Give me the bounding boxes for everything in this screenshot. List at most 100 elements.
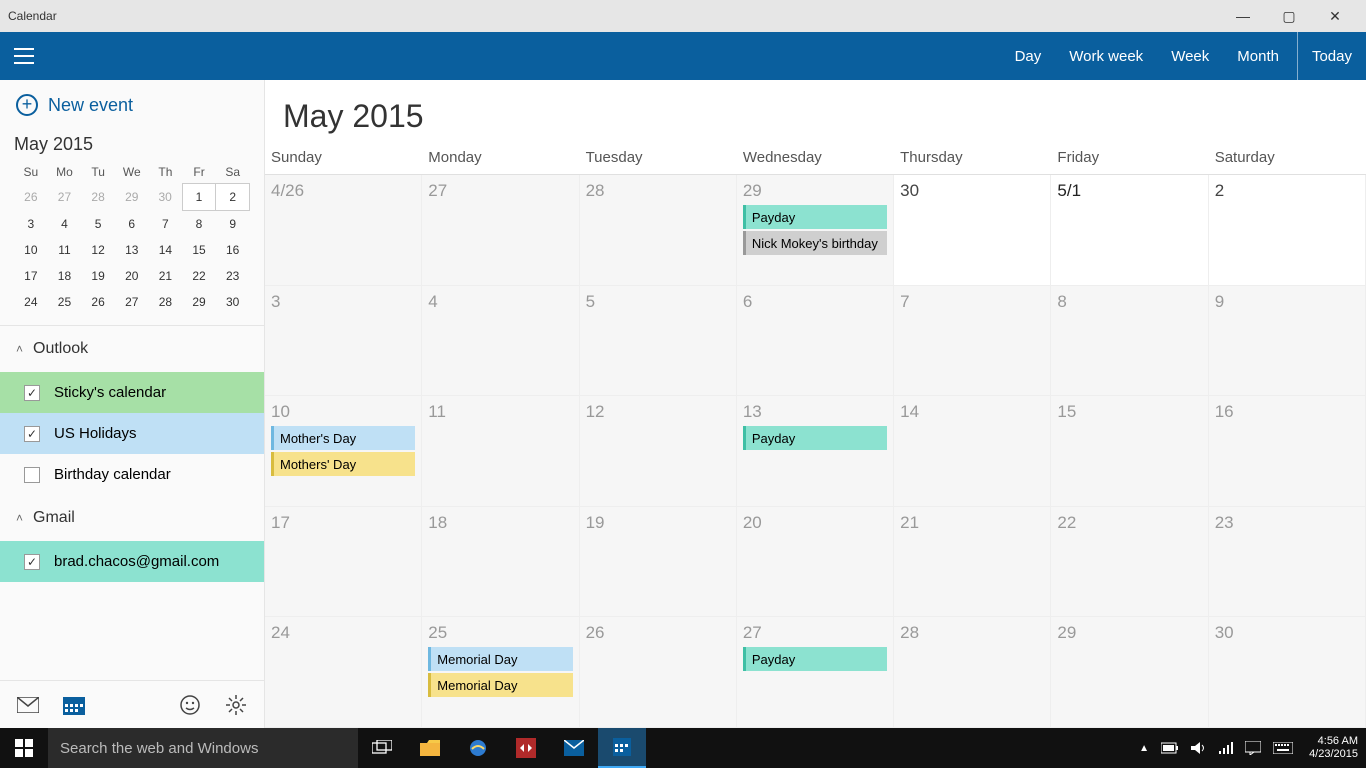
minical-day[interactable]: 26	[14, 184, 48, 211]
tray-chevron-icon[interactable]: ▲	[1139, 743, 1149, 754]
checkbox[interactable]	[24, 467, 40, 483]
system-tray[interactable]: ▲	[1131, 728, 1301, 768]
view-day[interactable]: Day	[1001, 32, 1056, 80]
minical-day[interactable]: 30	[149, 184, 183, 211]
minical-day[interactable]: 29	[182, 289, 216, 315]
day-cell[interactable]: 17	[265, 507, 422, 618]
day-cell[interactable]: 8	[1051, 286, 1208, 397]
minical-day[interactable]: 24	[14, 289, 48, 315]
minical-day[interactable]: 28	[81, 184, 115, 211]
source-outlook-header[interactable]: ˄ Outlook	[0, 326, 264, 372]
day-cell[interactable]: 23	[1209, 507, 1366, 618]
minical-day[interactable]: 22	[182, 263, 216, 289]
action-center-icon[interactable]	[1245, 741, 1261, 755]
day-cell[interactable]: 29	[1051, 617, 1208, 728]
minical-day[interactable]: 8	[182, 211, 216, 238]
app-button-1[interactable]	[502, 728, 550, 768]
source-gmail-header[interactable]: ˄ Gmail	[0, 495, 264, 541]
close-button[interactable]: ✕	[1312, 0, 1358, 32]
event-chip[interactable]: Mothers' Day	[271, 452, 415, 476]
minical-day[interactable]: 27	[115, 289, 149, 315]
day-cell[interactable]: 19	[580, 507, 737, 618]
event-chip[interactable]: Mother's Day	[271, 426, 415, 450]
mail-app-button[interactable]	[550, 728, 598, 768]
minical-day[interactable]: 10	[14, 237, 48, 263]
minimize-button[interactable]: —	[1220, 0, 1266, 32]
start-button[interactable]	[0, 728, 48, 768]
maximize-button[interactable]: ▢	[1266, 0, 1312, 32]
calendar-source-item[interactable]: US Holidays	[0, 413, 264, 454]
day-cell[interactable]: 3	[265, 286, 422, 397]
checkbox[interactable]	[24, 554, 40, 570]
ie-button[interactable]	[454, 728, 502, 768]
day-cell[interactable]: 29PaydayNick Mokey's birthday	[737, 175, 894, 286]
calendar-source-item[interactable]: Birthday calendar	[0, 454, 264, 495]
day-cell[interactable]: 14	[894, 396, 1051, 507]
minical-day[interactable]: 21	[149, 263, 183, 289]
minical-day[interactable]: 5	[81, 211, 115, 238]
day-cell[interactable]: 13Payday	[737, 396, 894, 507]
day-cell[interactable]: 27	[422, 175, 579, 286]
day-cell[interactable]: 24	[265, 617, 422, 728]
day-cell[interactable]: 21	[894, 507, 1051, 618]
calendar-button[interactable]	[54, 685, 94, 725]
minical-day[interactable]: 27	[48, 184, 82, 211]
day-cell[interactable]: 15	[1051, 396, 1208, 507]
day-cell[interactable]: 4	[422, 286, 579, 397]
minical-day[interactable]: 6	[115, 211, 149, 238]
minical-day[interactable]: 23	[216, 263, 250, 289]
event-chip[interactable]: Payday	[743, 647, 887, 671]
day-cell[interactable]: 30	[894, 175, 1051, 286]
minical-day[interactable]: 17	[14, 263, 48, 289]
settings-button[interactable]	[216, 685, 256, 725]
day-cell[interactable]: 12	[580, 396, 737, 507]
day-cell[interactable]: 22	[1051, 507, 1208, 618]
feedback-button[interactable]	[170, 685, 210, 725]
view-month[interactable]: Month	[1223, 32, 1293, 80]
battery-icon[interactable]	[1161, 742, 1179, 754]
day-cell[interactable]: 6	[737, 286, 894, 397]
minical-day[interactable]: 15	[182, 237, 216, 263]
day-cell[interactable]: 18	[422, 507, 579, 618]
minical-day[interactable]: 9	[216, 211, 250, 238]
checkbox[interactable]	[24, 426, 40, 442]
explorer-button[interactable]	[406, 728, 454, 768]
day-cell[interactable]: 28	[894, 617, 1051, 728]
event-chip[interactable]: Memorial Day	[428, 647, 572, 671]
minical-day[interactable]: 20	[115, 263, 149, 289]
day-cell[interactable]: 10Mother's DayMothers' Day	[265, 396, 422, 507]
minical-day[interactable]: 4	[48, 211, 82, 238]
minical-day[interactable]: 14	[149, 237, 183, 263]
taskbar-clock[interactable]: 4:56 AM 4/23/2015	[1301, 728, 1366, 768]
calendar-source-item[interactable]: brad.chacos@gmail.com	[0, 541, 264, 582]
minical-day[interactable]: 3	[14, 211, 48, 238]
mail-button[interactable]	[8, 685, 48, 725]
day-cell[interactable]: 20	[737, 507, 894, 618]
view-week[interactable]: Week	[1157, 32, 1223, 80]
day-cell[interactable]: 2	[1209, 175, 1366, 286]
day-cell[interactable]: 25Memorial DayMemorial Day	[422, 617, 579, 728]
day-cell[interactable]: 9	[1209, 286, 1366, 397]
minical-day[interactable]: 12	[81, 237, 115, 263]
today-button[interactable]: Today	[1297, 32, 1366, 80]
minical-day[interactable]: 18	[48, 263, 82, 289]
day-cell[interactable]: 4/26	[265, 175, 422, 286]
minical-day[interactable]: 25	[48, 289, 82, 315]
wifi-icon[interactable]	[1219, 742, 1233, 754]
minical-day[interactable]: 7	[149, 211, 183, 238]
calendar-source-item[interactable]: Sticky's calendar	[0, 372, 264, 413]
day-cell[interactable]: 5	[580, 286, 737, 397]
event-chip[interactable]: Payday	[743, 205, 887, 229]
keyboard-icon[interactable]	[1273, 742, 1293, 754]
event-chip[interactable]: Payday	[743, 426, 887, 450]
day-cell[interactable]: 28	[580, 175, 737, 286]
minical-day[interactable]: 1	[182, 184, 216, 211]
day-cell[interactable]: 11	[422, 396, 579, 507]
day-cell[interactable]: 7	[894, 286, 1051, 397]
minical-day[interactable]: 11	[48, 237, 82, 263]
minical-day[interactable]: 13	[115, 237, 149, 263]
checkbox[interactable]	[24, 385, 40, 401]
day-cell[interactable]: 16	[1209, 396, 1366, 507]
minical-day[interactable]: 19	[81, 263, 115, 289]
minical-day[interactable]: 30	[216, 289, 250, 315]
